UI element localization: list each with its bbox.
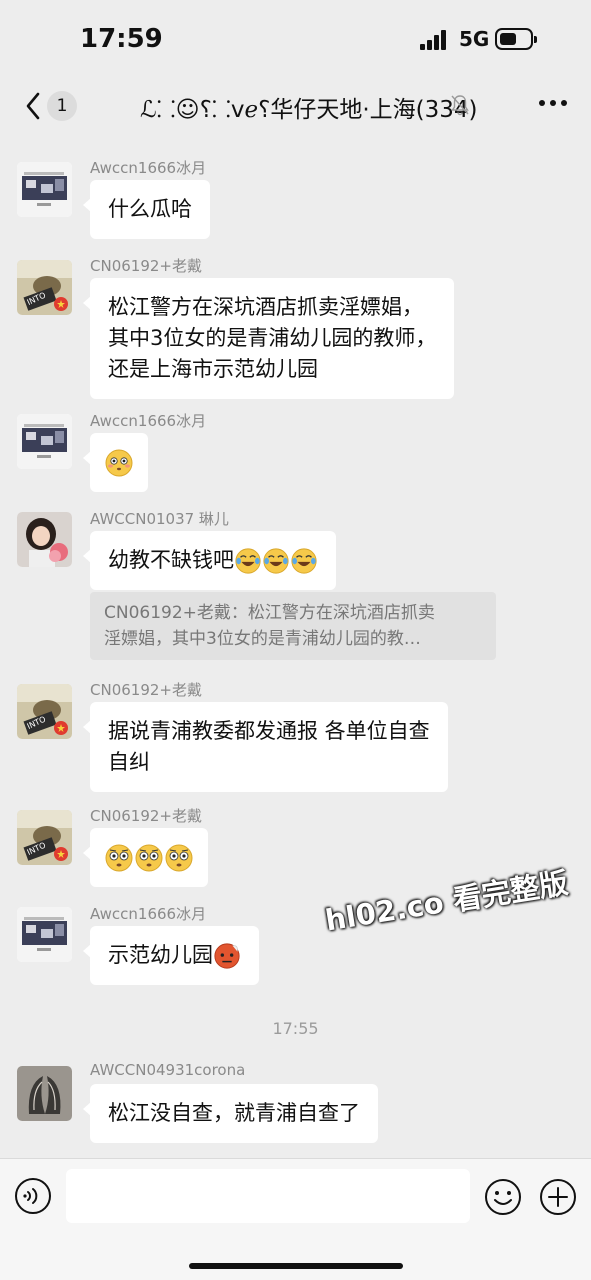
- avatar-cn06192[interactable]: INTO: [17, 810, 72, 865]
- status-bar: 17:59 5G: [0, 0, 591, 78]
- network-type: 5G: [459, 27, 490, 51]
- wide-eyed-face-icon: [165, 844, 193, 872]
- message-text: 松江警方在深坑酒店抓卖淫嫖娼，: [108, 295, 423, 319]
- sender-name: AWCCN01037 琳儿: [90, 510, 229, 528]
- mute-bell-icon: [451, 95, 469, 116]
- chat-title: ℒ⸬☺⸮⸬vℯ⸮华仔天地·上海(334): [140, 97, 478, 123]
- plus-more-icon[interactable]: [538, 1177, 578, 1217]
- quoted-message[interactable]: CN06192+老戴：松江警方在深坑酒店抓卖 淫嫖娼，其中3位女的是青浦幼儿园的…: [90, 592, 496, 660]
- message-text: 松江没自查，就青浦自查了: [108, 1101, 360, 1125]
- avatar-image: [17, 1066, 72, 1121]
- message-text-content: 幼教不缺钱吧: [108, 548, 234, 572]
- message-bubble[interactable]: 松江警方在深坑酒店抓卖淫嫖娼， 其中3位女的是青浦幼儿园的教师， 还是上海市示范…: [82, 278, 455, 399]
- message-text: 据说青浦教委都发通报 各单位自查: [108, 719, 430, 743]
- emoji-picker-icon[interactable]: [483, 1177, 523, 1217]
- message-text: 幼教不缺钱吧: [108, 545, 318, 576]
- avatar-image: [17, 414, 72, 469]
- message-text: 示范幼儿园: [108, 940, 241, 971]
- message-text-content: 示范幼儿园: [108, 943, 213, 967]
- watermark-text: hl02.co 看完整版: [322, 865, 571, 938]
- status-time: 17:59: [80, 24, 163, 54]
- avatar-image: INTO: [17, 684, 72, 739]
- avatar-awccn1666[interactable]: [17, 907, 72, 962]
- battery-icon: [495, 28, 537, 50]
- message-text: 还是上海市示范幼儿园: [108, 357, 318, 381]
- cellular-signal-icon: [420, 30, 450, 50]
- message-bubble[interactable]: [83, 433, 148, 492]
- avatar-cn06192[interactable]: INTO: [17, 684, 72, 739]
- laughing-tears-icon: [291, 548, 317, 574]
- avatar-awccn01037[interactable]: [17, 512, 72, 567]
- avatar-image: INTO: [17, 260, 72, 315]
- back-arrow-icon[interactable]: [22, 88, 50, 124]
- voice-input-icon[interactable]: [14, 1177, 52, 1215]
- avatar-image: [17, 512, 72, 567]
- message-bubble[interactable]: 示范幼儿园: [83, 926, 259, 985]
- avatar-image: [17, 907, 72, 962]
- sender-name: Awccn1666冰月: [90, 905, 207, 923]
- sender-name: Awccn1666冰月: [90, 412, 207, 430]
- sender-name: CN06192+老戴: [90, 681, 202, 699]
- sender-name: AWCCN04931corona: [90, 1061, 246, 1079]
- avatar-image: INTO: [17, 810, 72, 865]
- message-text: 自纠: [108, 750, 150, 774]
- input-bar: [0, 1158, 591, 1280]
- home-indicator: [189, 1263, 403, 1269]
- sender-name: Awccn1666冰月: [90, 159, 207, 177]
- red-face-icon: [214, 943, 240, 969]
- message-bubble[interactable]: 什么瓜哈: [83, 180, 210, 239]
- message-bubble[interactable]: 据说青浦教委都发通报 各单位自查 自纠: [83, 702, 448, 792]
- avatar-awccn1666[interactable]: [17, 162, 72, 217]
- quote-text: 淫嫖娼，其中3位女的是青浦幼儿园的教…: [104, 629, 421, 649]
- laughing-tears-icon: [235, 548, 261, 574]
- sender-name: CN06192+老戴: [90, 257, 202, 275]
- flushed-face-icon: [105, 449, 133, 477]
- chat-timestamp: 17:55: [272, 1019, 319, 1038]
- unread-count-badge[interactable]: 1: [47, 91, 77, 121]
- message-bubble[interactable]: 松江没自查，就青浦自查了: [83, 1084, 378, 1143]
- message-bubble[interactable]: 幼教不缺钱吧: [83, 531, 336, 590]
- wide-eyed-face-icon: [135, 844, 163, 872]
- sender-name: CN06192+老戴: [90, 807, 202, 825]
- message-text: 其中3位女的是青浦幼儿园的教师，: [108, 326, 437, 350]
- avatar-image: [17, 162, 72, 217]
- message-text: 什么瓜哈: [108, 197, 192, 221]
- message-input[interactable]: [66, 1169, 470, 1223]
- avatar-cn06192[interactable]: INTO: [17, 260, 72, 315]
- chat-header: 1 ℒ⸬☺⸮⸬vℯ⸮华仔天地·上海(334): [0, 78, 591, 134]
- wide-eyed-face-icon: [105, 844, 133, 872]
- avatar-awccn04931[interactable]: [17, 1066, 72, 1121]
- quote-text: CN06192+老戴：松江警方在深坑酒店抓卖: [104, 603, 435, 623]
- avatar-awccn1666[interactable]: [17, 414, 72, 469]
- message-bubble[interactable]: [83, 828, 208, 887]
- laughing-tears-icon: [263, 548, 289, 574]
- more-options-icon[interactable]: [539, 100, 567, 108]
